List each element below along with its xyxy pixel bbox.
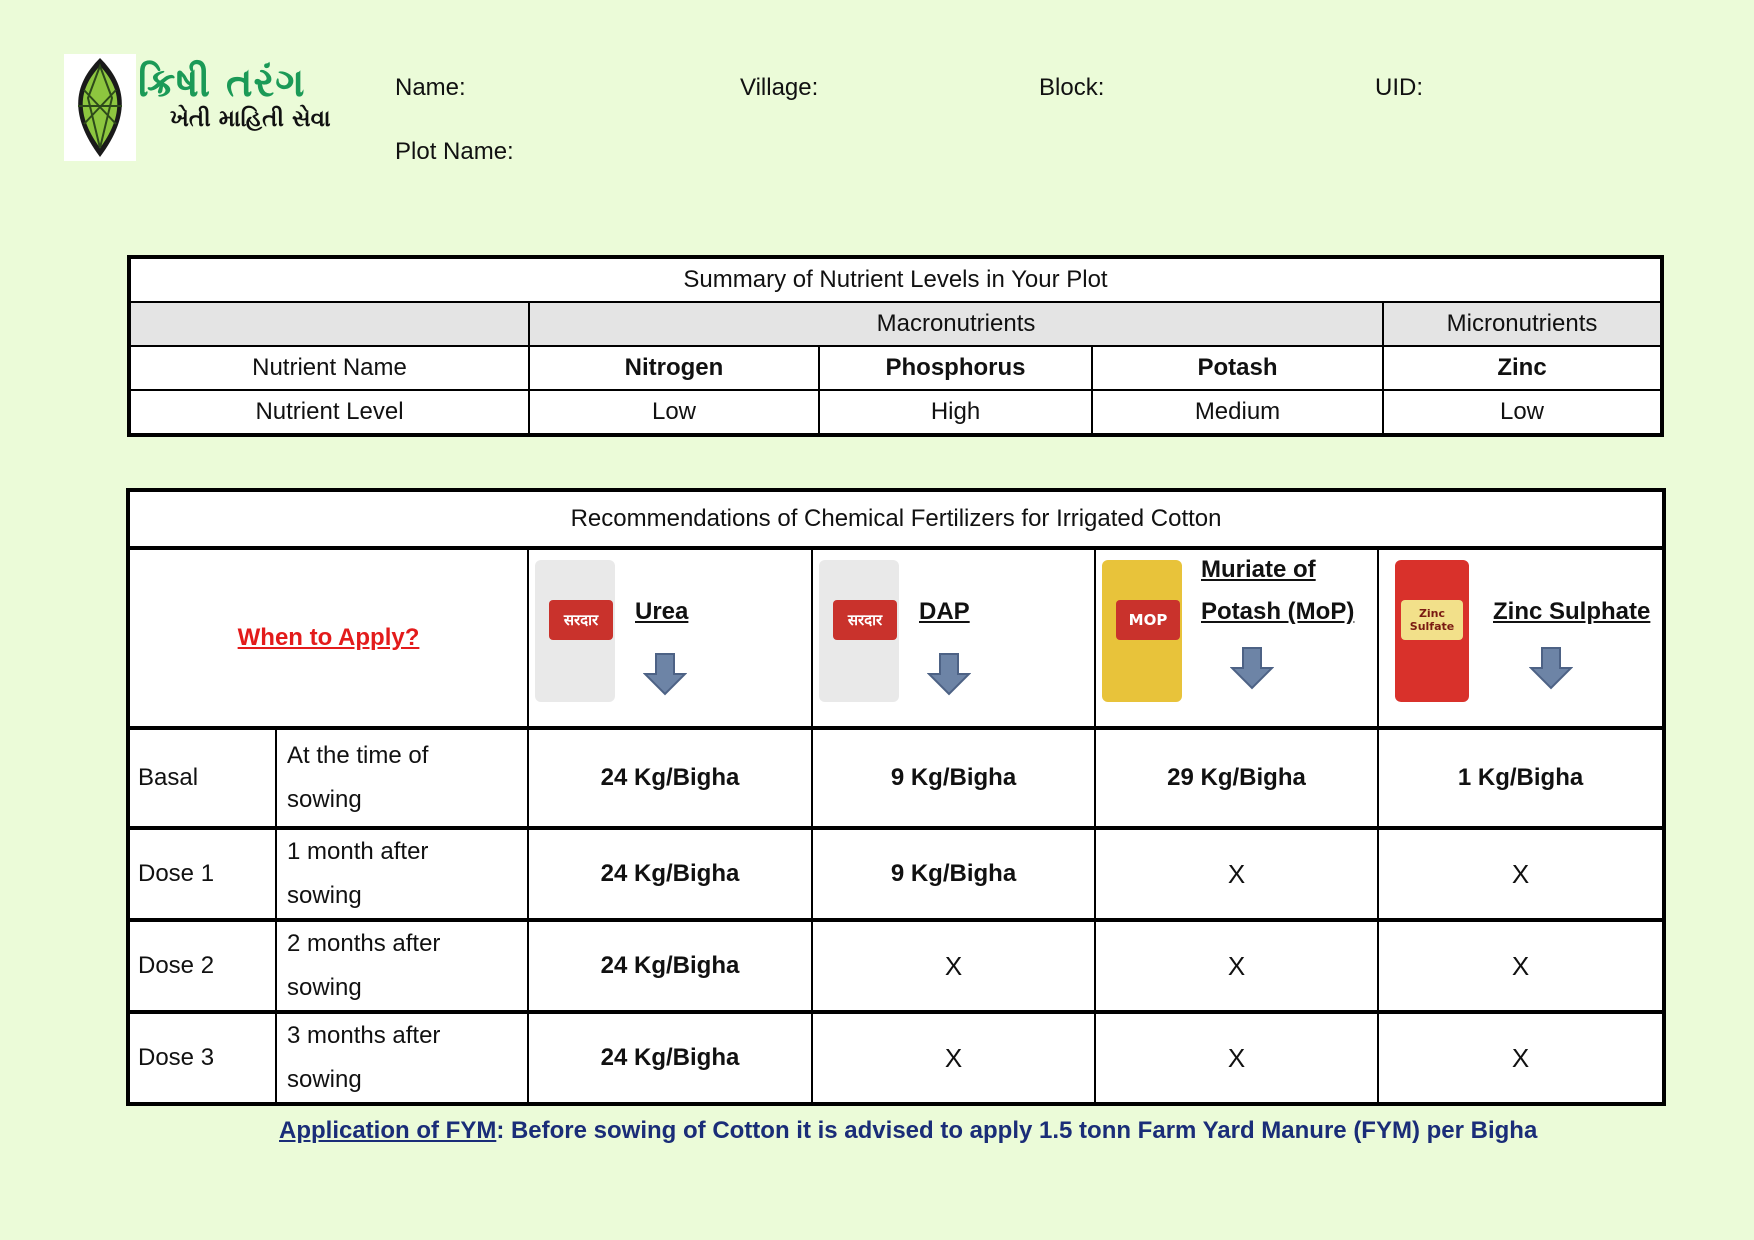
nutrient-level-cell: High	[818, 389, 1093, 436]
product-urea: सरदार Urea	[527, 547, 813, 730]
nutrient-level-cell: Low	[1381, 389, 1664, 436]
arrow-down-icon	[643, 653, 687, 696]
zinc-sulphate-bag-icon: Zinc Sulfate	[1395, 560, 1469, 702]
dose-value: 9 Kg/Bigha	[811, 827, 1096, 922]
arrow-down-icon	[927, 653, 971, 696]
dose-value: X	[1094, 919, 1379, 1014]
when-to-apply-cell: When to Apply?	[127, 547, 529, 730]
when-to-apply-label: When to Apply?	[237, 624, 420, 651]
dose-value: X	[1376, 919, 1666, 1014]
micronutrients-header: Micronutrients	[1381, 301, 1664, 347]
dose-value: 24 Kg/Bigha	[527, 1011, 813, 1106]
fym-advice-lead: Application of FYM	[279, 1117, 497, 1144]
nutrient-summary-table: Summary of Nutrient Levels in Your Plot …	[127, 255, 1665, 437]
recommendations-title: Recommendations of Chemical Fertilizers …	[126, 489, 1666, 550]
dose-label: Dose 1	[127, 827, 277, 922]
plot-name-field-label: Plot Name:	[395, 138, 514, 165]
summary-header-blank	[128, 301, 530, 347]
fertilizer-recommendation-table: Recommendations of Chemical Fertilizers …	[126, 488, 1667, 1106]
dose-timing: 1 month after sowing	[275, 827, 529, 922]
dose-value: X	[811, 1011, 1096, 1106]
dose-timing: At the time of sowing	[275, 727, 529, 830]
arrow-down-icon	[1230, 647, 1274, 690]
nutrient-level-cell: Medium	[1091, 389, 1384, 436]
nutrient-name-cell: Zinc	[1381, 345, 1664, 391]
nutrient-level-cell: Low	[528, 389, 820, 436]
dose-label: Dose 2	[127, 919, 277, 1014]
dose-value: 24 Kg/Bigha	[527, 919, 813, 1014]
dose-label: Dose 3	[127, 1011, 277, 1106]
dose-value: X	[1376, 827, 1666, 922]
product-name: DAP	[919, 598, 970, 625]
fym-advice-text: : Before sowing of Cotton it is advised …	[496, 1117, 1538, 1144]
block-field-label: Block:	[1039, 74, 1105, 101]
dose-value: X	[1376, 1011, 1666, 1106]
dose-value: 29 Kg/Bigha	[1094, 727, 1379, 830]
name-field-label: Name:	[395, 74, 466, 101]
dose-label: Basal	[127, 727, 277, 830]
arrow-down-icon	[1529, 647, 1573, 690]
dose-value: 24 Kg/Bigha	[527, 727, 813, 830]
dose-timing: 2 months after sowing	[275, 919, 529, 1014]
dose-value: X	[811, 919, 1096, 1014]
dose-value: 1 Kg/Bigha	[1376, 727, 1666, 830]
dose-timing: 3 months after sowing	[275, 1011, 529, 1106]
product-dap: सरदार DAP	[811, 547, 1096, 730]
nutrient-level-row-label: Nutrient Level	[128, 389, 530, 436]
product-mop: MOP Muriate of Potash (MoP)	[1094, 547, 1379, 730]
nutrient-name-cell: Nitrogen	[528, 345, 820, 391]
dose-value: X	[1094, 827, 1379, 922]
nutrient-name-cell: Phosphorus	[818, 345, 1093, 391]
summary-title: Summary of Nutrient Levels in Your Plot	[127, 256, 1664, 303]
dose-value: 9 Kg/Bigha	[811, 727, 1096, 830]
logo	[64, 54, 136, 161]
urea-bag-icon: सरदार	[535, 560, 615, 702]
nutrient-name-row-label: Nutrient Name	[128, 345, 530, 391]
village-field-label: Village:	[740, 74, 819, 101]
dap-bag-icon: सरदार	[819, 560, 899, 702]
macronutrients-header: Macronutrients	[528, 301, 1384, 347]
uid-field-label: UID:	[1375, 74, 1423, 101]
product-zinc-sulphate: Zinc Sulfate Zinc Sulphate	[1376, 547, 1666, 730]
logo-title: ક્રિષી તરંગ	[138, 60, 306, 106]
fym-advice: Application of FYM: Before sowing of Cot…	[279, 1117, 1537, 1145]
product-name-line1: Muriate of	[1201, 556, 1316, 583]
leaf-logo-icon	[78, 58, 122, 157]
product-name: Zinc Sulphate	[1493, 598, 1651, 625]
mop-bag-icon: MOP	[1102, 560, 1182, 702]
dose-value: 24 Kg/Bigha	[527, 827, 813, 922]
nutrient-name-cell: Potash	[1091, 345, 1384, 391]
dose-value: X	[1094, 1011, 1379, 1106]
product-name-line2: Potash (MoP)	[1201, 598, 1355, 625]
product-name: Urea	[635, 598, 689, 625]
logo-subtitle: ખેતી માહિતી સેવા	[170, 106, 331, 132]
